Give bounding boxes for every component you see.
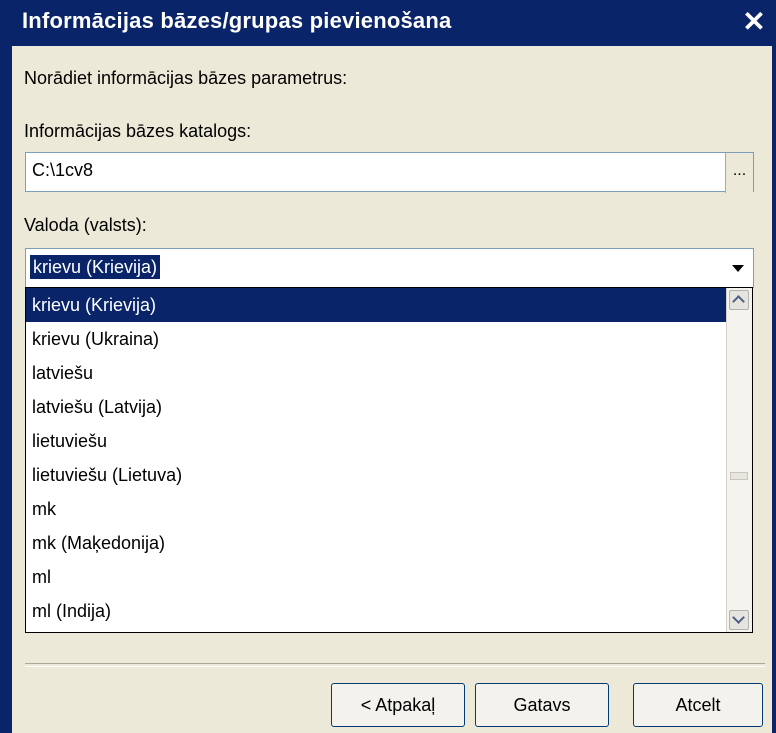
catalog-input[interactable]: C:\1cv8 ... <box>25 152 754 193</box>
done-button[interactable]: Gatavs <box>475 683 609 727</box>
list-item[interactable]: latviešu <box>26 356 726 390</box>
browse-button[interactable]: ... <box>725 153 753 193</box>
title-bar[interactable]: Informācijas bāzes/grupas pievienošana ✕ <box>0 0 776 46</box>
close-button[interactable]: ✕ <box>740 6 768 38</box>
language-label: Valoda (valsts): <box>24 215 147 235</box>
language-dropdown-list[interactable]: krievu (Krievija) krievu (Ukraina) latvi… <box>25 287 753 633</box>
intro-text: Norādiet informācijas bāzes parametrus: <box>24 68 348 88</box>
catalog-value: C:\1cv8 <box>32 160 94 180</box>
list-item[interactable]: lietuviešu (Lietuva) <box>26 458 726 492</box>
catalog-label: Informācijas bāzes katalogs: <box>24 121 252 141</box>
list-item[interactable]: krievu (Ukraina) <box>26 322 726 356</box>
list-item[interactable]: krievu (Krievija) <box>26 288 726 322</box>
list-item[interactable]: ml (Indija) <box>26 594 726 628</box>
window-title: Informācijas bāzes/grupas pievienošana <box>22 8 452 33</box>
dropdown-scrollbar[interactable] <box>726 288 752 632</box>
window-left-border <box>0 46 12 733</box>
list-item[interactable]: mk (Maķedonija) <box>26 526 726 560</box>
list-item[interactable]: ml <box>26 560 726 594</box>
language-selected-value: krievu (Krievija) <box>30 255 161 279</box>
scrollbar-thumb[interactable] <box>730 472 748 480</box>
scroll-down-icon[interactable] <box>729 610 749 630</box>
language-combobox[interactable]: krievu (Krievija) <box>25 248 754 288</box>
list-item[interactable]: latviešu (Latvija) <box>26 390 726 424</box>
back-button[interactable]: < Atpakaļ <box>331 683 465 727</box>
window-right-border <box>772 46 776 733</box>
list-item[interactable]: lietuviešu <box>26 424 726 458</box>
chevron-down-icon[interactable] <box>723 249 753 287</box>
dialog-window: Informācijas bāzes/grupas pievienošana ✕… <box>0 0 776 733</box>
scroll-up-icon[interactable] <box>729 290 749 310</box>
separator <box>25 663 765 667</box>
cancel-button[interactable]: Atcelt <box>633 683 763 727</box>
list-item[interactable]: mk <box>26 492 726 526</box>
